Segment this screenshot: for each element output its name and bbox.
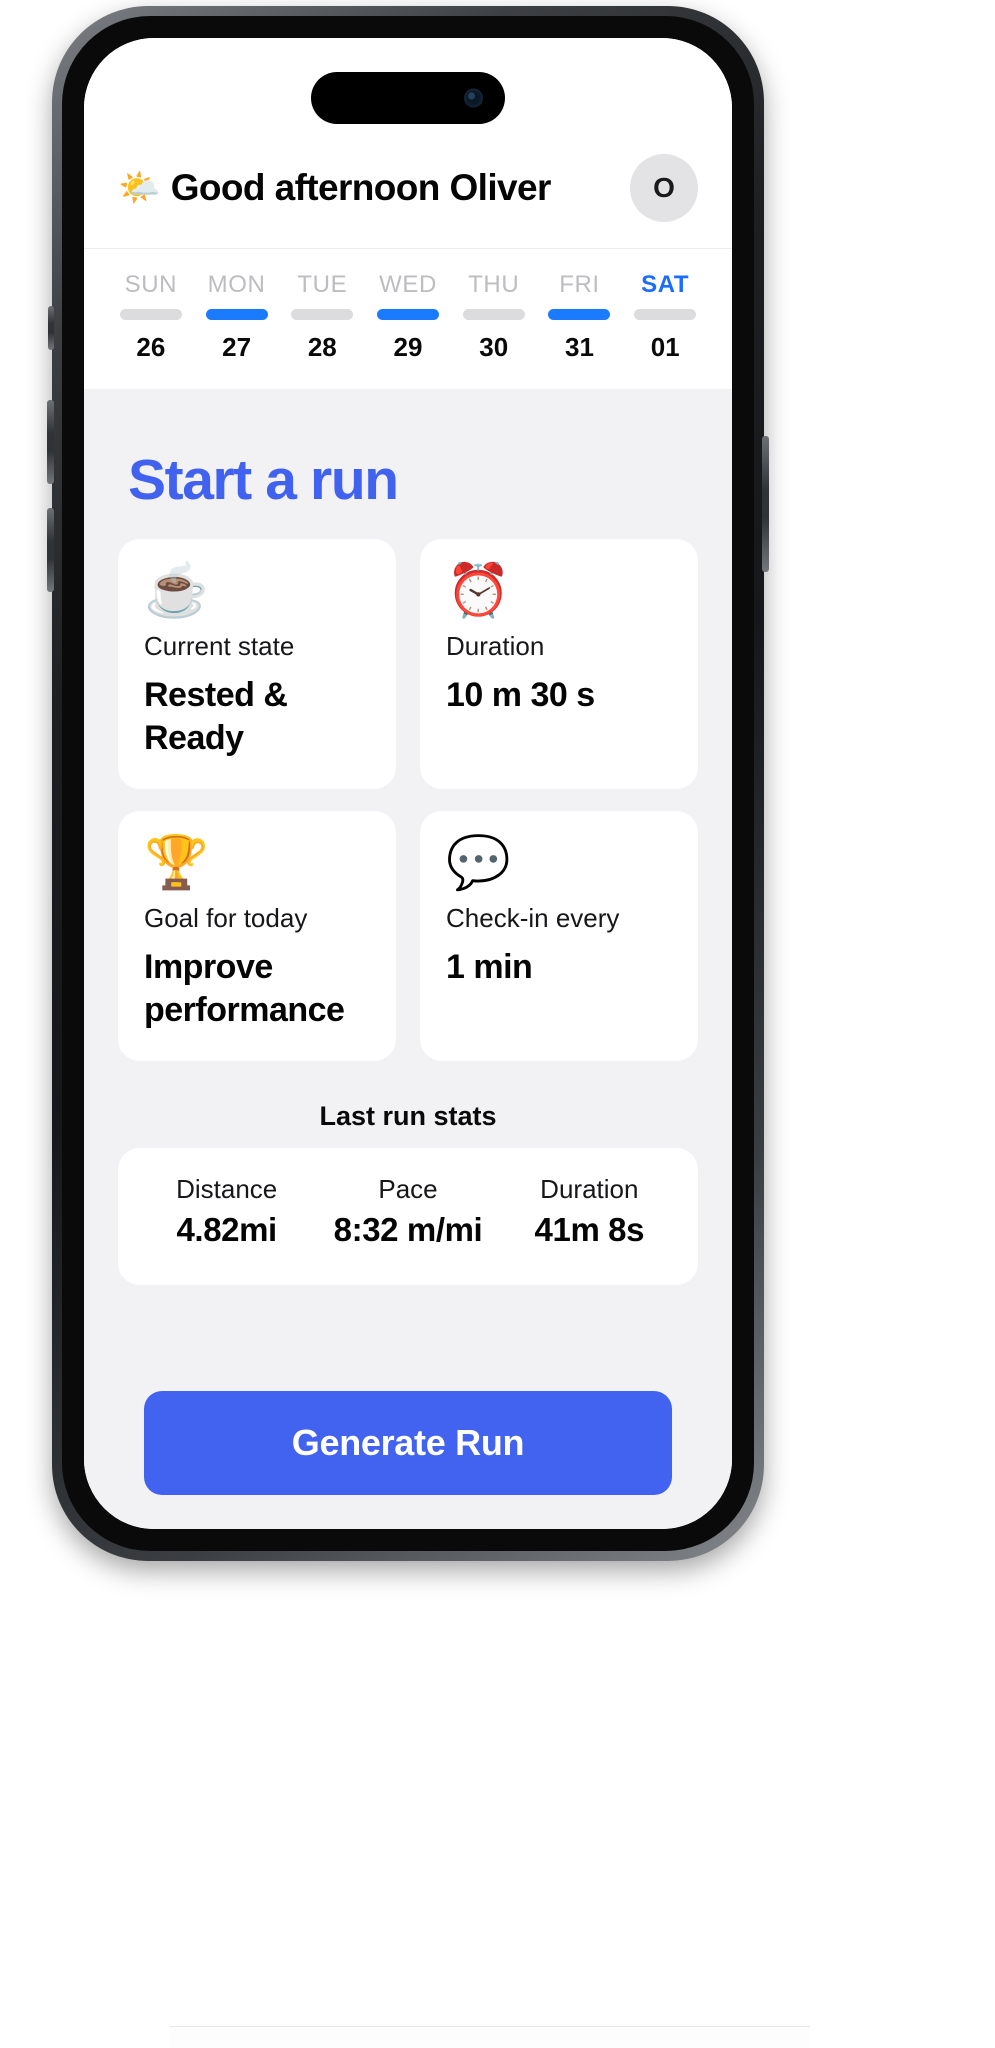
main-content: Start a run ☕ Current state Rested & Rea… (84, 389, 732, 1529)
cta-container: Generate Run (118, 1365, 698, 1529)
screenshot-stage: 🌤️ Good afternoon Oliver O SUN 26 MON 27… (0, 0, 995, 2048)
last-run-stats-title: Last run stats (319, 1101, 497, 1131)
day-activity-bar (462, 309, 525, 320)
background-page-edge (170, 2026, 810, 2048)
day-date: 28 (307, 332, 337, 362)
stat-duration: Duration 41m 8s (499, 1174, 680, 1249)
stat-value: 41m 8s (534, 1211, 645, 1248)
app-header: 🌤️ Good afternoon Oliver O (84, 38, 732, 248)
day-label: TUE (297, 271, 348, 298)
generate-run-button[interactable]: Generate Run (144, 1391, 672, 1495)
day-column-mon[interactable]: MON 27 (194, 271, 280, 363)
stat-value: 8:32 m/mi (333, 1211, 483, 1248)
stat-label: Pace (378, 1174, 438, 1204)
day-label: SUN (124, 271, 178, 298)
sun-behind-cloud-icon: 🌤️ (118, 169, 160, 207)
alarm-clock-icon: ⏰ (446, 562, 511, 620)
day-date: 30 (479, 332, 509, 362)
greeting-block: 🌤️ Good afternoon Oliver (118, 167, 551, 209)
day-activity-bar (205, 309, 268, 320)
trophy-icon: 🏆 (144, 834, 209, 892)
day-activity-bar (634, 309, 697, 320)
card-label: Current state (144, 631, 295, 661)
phone-device-frame: 🌤️ Good afternoon Oliver O SUN 26 MON 27… (47, 6, 769, 1561)
day-activity-bar (119, 309, 182, 320)
stat-label: Distance (176, 1174, 278, 1204)
day-label: SAT (641, 271, 690, 298)
day-date: 01 (650, 332, 680, 362)
power-button[interactable] (762, 436, 769, 572)
card-duration[interactable]: ⏰ Duration 10 m 30 s (420, 539, 698, 789)
card-check-in-every[interactable]: 💬 Check-in every 1 min (420, 811, 698, 1061)
day-activity-bar (377, 309, 440, 320)
stat-pace: Pace 8:32 m/mi (317, 1174, 498, 1249)
day-activity-bar (291, 309, 354, 320)
card-label: Duration (446, 631, 545, 661)
coffee-mug-icon: ☕ (144, 562, 209, 620)
day-column-thu[interactable]: THU 30 (451, 271, 537, 363)
dynamic-island (311, 72, 505, 124)
app-root: 🌤️ Good afternoon Oliver O SUN 26 MON 27… (84, 38, 732, 1529)
day-date: 29 (393, 332, 423, 362)
card-value: 10 m 30 s (446, 676, 595, 714)
greeting-text: Good afternoon Oliver (170, 167, 552, 208)
day-label: THU (468, 271, 520, 298)
stat-value: 4.82mi (176, 1211, 277, 1248)
day-label: MON (207, 271, 266, 298)
last-run-stats-card: Distance 4.82mi Pace 8:32 m/mi Duration … (118, 1148, 698, 1285)
volume-up-button[interactable] (47, 400, 54, 484)
week-day-strip: SUN 26 MON 27 TUE 28 WED 29 THU 30 FRI 3… (84, 248, 732, 389)
day-date: 31 (564, 332, 594, 362)
day-label: FRI (559, 271, 600, 298)
phone-screen: 🌤️ Good afternoon Oliver O SUN 26 MON 27… (84, 38, 732, 1529)
day-activity-bar (548, 309, 611, 320)
card-value: Improve performance (144, 948, 345, 1029)
card-label: Check-in every (446, 903, 620, 933)
day-label: WED (379, 271, 437, 298)
day-date: 26 (136, 332, 166, 362)
stat-label: Duration (540, 1174, 639, 1204)
avatar[interactable]: O (630, 154, 698, 222)
stat-distance: Distance 4.82mi (136, 1174, 317, 1249)
silent-switch-button[interactable] (48, 306, 54, 350)
card-current-state[interactable]: ☕ Current state Rested & Ready (118, 539, 396, 789)
day-column-fri[interactable]: FRI 31 (537, 271, 623, 363)
card-value: Rested & Ready (144, 676, 288, 757)
card-value: 1 min (446, 948, 533, 986)
card-label: Goal for today (144, 903, 308, 933)
day-column-wed[interactable]: WED 29 (365, 271, 451, 363)
day-column-tue[interactable]: TUE 28 (279, 271, 365, 363)
speech-balloons-icon: 💬 (446, 834, 511, 892)
phone-bezel: 🌤️ Good afternoon Oliver O SUN 26 MON 27… (62, 16, 754, 1551)
day-column-sun[interactable]: SUN 26 (108, 271, 194, 363)
card-goal-for-today[interactable]: 🏆 Goal for today Improve performance (118, 811, 396, 1061)
page-title: Start a run (128, 448, 399, 512)
run-setting-cards: ☕ Current state Rested & Ready ⏰ Duratio… (118, 539, 698, 1061)
front-camera-icon (464, 88, 483, 108)
day-column-sat[interactable]: SAT 01 (622, 271, 708, 363)
day-date: 27 (222, 332, 252, 362)
volume-down-button[interactable] (47, 508, 54, 592)
